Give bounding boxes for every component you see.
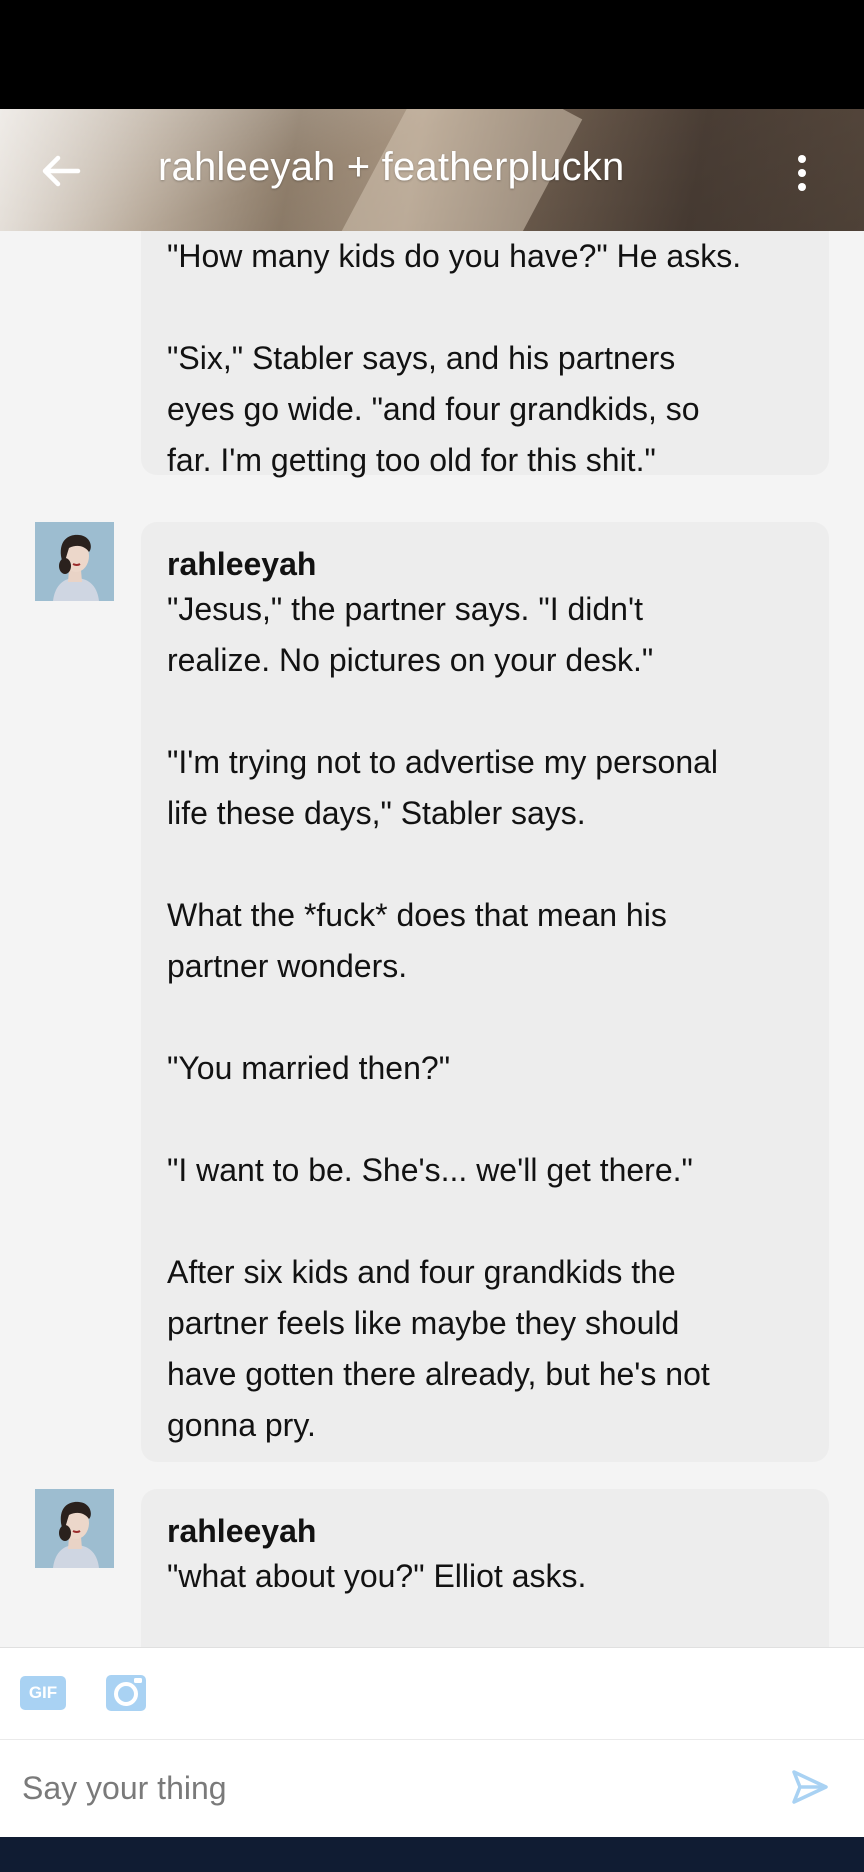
more-vertical-icon bbox=[798, 155, 806, 163]
message-text: "I want to be. She's... we'll get there.… bbox=[167, 1152, 693, 1188]
avatar-portrait-icon bbox=[35, 1489, 114, 1568]
camera-button[interactable] bbox=[105, 1672, 147, 1714]
message-author[interactable]: rahleeyah bbox=[167, 544, 803, 584]
message-bubble: "How many kids do you have?" He asks. "S… bbox=[141, 231, 829, 478]
attachment-bar: GIF bbox=[0, 1647, 864, 1740]
more-options-button[interactable] bbox=[790, 151, 814, 195]
message-text: "You married then?" bbox=[167, 1050, 451, 1086]
message-text: What the *fuck* does that mean his partn… bbox=[167, 897, 667, 984]
camera-icon bbox=[106, 1675, 146, 1711]
avatar[interactable] bbox=[35, 522, 114, 601]
avatar-portrait-icon bbox=[35, 522, 114, 601]
message-text: "How many kids do you have?" He asks. bbox=[167, 238, 742, 274]
avatar[interactable] bbox=[35, 1489, 114, 1568]
back-button[interactable] bbox=[38, 149, 82, 193]
message-text: "what about you?" Elliot asks. bbox=[167, 1558, 587, 1594]
status-bar bbox=[0, 0, 864, 109]
message-text: After six kids and four grandkids the pa… bbox=[167, 1254, 710, 1443]
send-button[interactable] bbox=[790, 1768, 830, 1806]
message-thread[interactable]: "How many kids do you have?" He asks. "S… bbox=[0, 231, 864, 1647]
gif-button[interactable]: GIF bbox=[20, 1676, 66, 1710]
conversation-header: rahleeyah + featherpluckn bbox=[0, 109, 864, 231]
send-icon bbox=[792, 1770, 828, 1804]
message-text: "I'm trying not to advertise my personal… bbox=[167, 744, 719, 831]
system-navigation-bar bbox=[0, 1837, 864, 1872]
message-author[interactable]: rahleeyah bbox=[167, 1511, 803, 1551]
message-bubble: rahleeyah "Jesus," the partner says. "I … bbox=[141, 522, 829, 1462]
message-bubble: rahleeyah "what about you?" Elliot asks. bbox=[141, 1489, 829, 1647]
arrow-left-icon bbox=[42, 155, 81, 187]
message-text: "Jesus," the partner says. "I didn't rea… bbox=[167, 591, 654, 678]
conversation-title: rahleeyah + featherpluckn bbox=[158, 145, 625, 189]
message-input[interactable] bbox=[20, 1762, 764, 1814]
message-text: "Six," Stabler says, and his partners ey… bbox=[167, 340, 700, 478]
message-composer bbox=[0, 1739, 864, 1838]
